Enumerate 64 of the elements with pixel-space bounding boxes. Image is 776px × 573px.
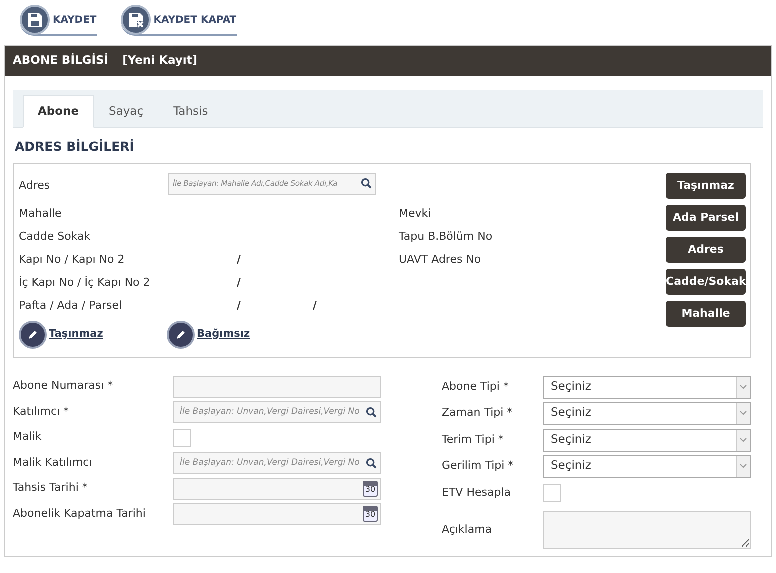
- field-label: Abone Numarası *: [13, 378, 114, 394]
- field-label: Zaman Tipi *: [442, 405, 514, 422]
- field-label: Cadde Sokak: [19, 229, 92, 245]
- tab[interactable]: Tahsis: [158, 95, 224, 128]
- placeholder-text: İle Başlayan: Unvan,Vergi Dairesi,Vergi No: [180, 406, 361, 418]
- floppy-disk-close-icon: [128, 12, 144, 28]
- placeholder-text: İle Başlayan: Unvan,Vergi Dairesi,Vergi No: [180, 456, 361, 470]
- field-label: Mahalle: [19, 206, 63, 222]
- separator-slash: /: [237, 275, 242, 291]
- address-button[interactable]: Taşınmaz: [666, 172, 746, 199]
- field-label: Tapu B.Bölüm No: [399, 229, 493, 245]
- address-button[interactable]: Adres: [666, 236, 746, 263]
- text-area[interactable]: [543, 511, 751, 550]
- toolbar-button[interactable]: KAYDET KAPAT: [120, 6, 237, 36]
- field-label: Terim Tipi *: [442, 432, 505, 448]
- field-label: Malik Katılımcı: [13, 454, 94, 471]
- caret-icon: [740, 411, 747, 416]
- dropdown[interactable]: Seçiniz: [543, 402, 751, 425]
- field-label: Kapı No / Kapı No 2: [19, 252, 126, 268]
- address-button[interactable]: Cadde/Sokak: [666, 268, 746, 295]
- checkbox[interactable]: [173, 428, 191, 446]
- caret-icon: [740, 464, 747, 469]
- caret-icon: [740, 438, 747, 442]
- field-label: Pafta / Ada / Parsel: [19, 298, 124, 314]
- field-label: Gerilim Tipi *: [442, 458, 515, 474]
- panel-title: ABONE BİLGİSİ: [13, 52, 109, 70]
- field-label: Katılımcı *: [13, 404, 70, 420]
- separator-slash: /: [237, 252, 242, 268]
- pencil-icon: [175, 328, 187, 341]
- field-label: UAVT Adres No: [399, 252, 482, 268]
- search-icon[interactable]: [366, 458, 377, 468]
- tab[interactable]: Abone: [23, 95, 94, 128]
- field-label: Abone Tipi *: [442, 378, 510, 395]
- field-label: Açıklama: [442, 522, 494, 538]
- field-label: İç Kapı No / İç Kapı No 2: [19, 275, 152, 291]
- address-button[interactable]: Mahalle: [666, 300, 746, 327]
- text-input[interactable]: [173, 376, 381, 398]
- search-icon[interactable]: [366, 406, 377, 418]
- field-label: Abonelik Kapatma Tarihi: [13, 506, 147, 522]
- dropdown[interactable]: Seçiniz: [543, 428, 751, 452]
- address-button[interactable]: Ada Parsel: [666, 204, 746, 231]
- date-input[interactable]: 30: [173, 478, 381, 500]
- field-label: Malik: [13, 429, 43, 446]
- field-label: Tahsis Tarihi *: [13, 480, 89, 496]
- separator-slash: /: [313, 298, 318, 314]
- pencil-icon: [27, 328, 39, 341]
- separator-slash: /: [237, 298, 242, 314]
- edit-link[interactable]: Taşınmaz: [19, 320, 167, 349]
- field-label: Mevki: [399, 206, 432, 222]
- tab[interactable]: Sayaç: [94, 95, 159, 128]
- search-icon[interactable]: [361, 178, 372, 190]
- dropdown[interactable]: Seçiniz: [543, 455, 751, 478]
- dropdown[interactable]: Seçiniz: [543, 376, 751, 398]
- record-status: [Yeni Kayıt]: [122, 52, 198, 70]
- field-label: ETV Hesapla: [442, 484, 512, 501]
- toolbar-button[interactable]: KAYDET: [20, 6, 97, 36]
- edit-link[interactable]: Bağımsız: [167, 320, 315, 349]
- checkbox[interactable]: [543, 484, 561, 502]
- caret-icon: [740, 384, 747, 390]
- calendar-icon[interactable]: 30: [363, 506, 378, 522]
- field-label: Adres: [19, 178, 52, 194]
- section-heading: ADRES BİLGİLERİ: [15, 138, 136, 156]
- date-input[interactable]: 30: [173, 503, 381, 525]
- calendar-icon[interactable]: 30: [363, 480, 378, 496]
